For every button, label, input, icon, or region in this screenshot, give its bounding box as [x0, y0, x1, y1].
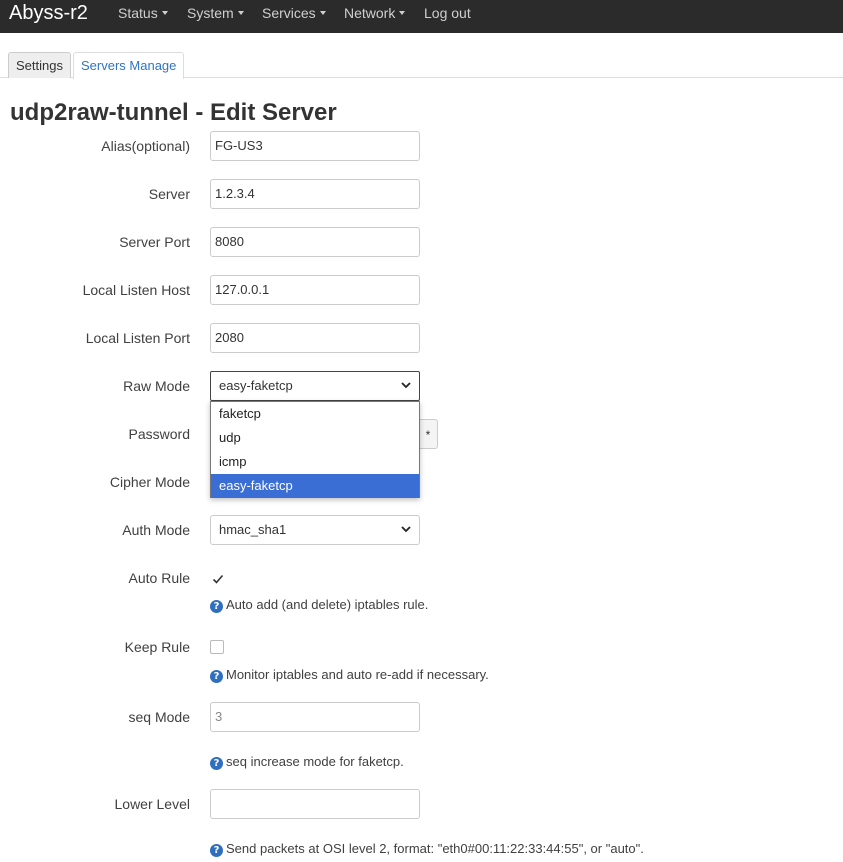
- raw-mode-value: easy-faketcp: [219, 378, 293, 393]
- top-navbar: Abyss-r2 Status System Services Network …: [0, 0, 843, 33]
- help-icon: ?: [210, 844, 223, 857]
- server-input[interactable]: 1.2.3.4: [210, 179, 420, 209]
- auth-mode-value: hmac_sha1: [219, 522, 287, 537]
- lower-level-hint: ? Send packets at OSI level 2, format: "e…: [210, 841, 644, 857]
- auto-rule-label: Auto Rule: [128, 570, 190, 586]
- menu-network-label: Network: [344, 5, 396, 21]
- seq-mode-label: seq Mode: [128, 709, 190, 725]
- checkmark-icon: [212, 574, 224, 584]
- lower-level-input[interactable]: [210, 789, 420, 819]
- menu-network[interactable]: Network: [344, 5, 406, 21]
- alias-input[interactable]: FG-US3: [210, 131, 420, 161]
- menu-services[interactable]: Services: [262, 5, 326, 21]
- chevron-down-icon: [401, 526, 411, 533]
- option-icmp[interactable]: icmp: [211, 450, 419, 474]
- password-reveal-button[interactable]: *: [419, 419, 438, 449]
- lower-level-hint-text: Send packets at OSI level 2, format: "et…: [226, 841, 644, 856]
- lower-level-label: Lower Level: [114, 796, 191, 812]
- local-listen-host-input[interactable]: 127.0.0.1: [210, 275, 420, 305]
- auto-rule-hint: ? Auto add (and delete) iptables rule.: [210, 597, 428, 613]
- raw-mode-dropdown: faketcp udp icmp easy-faketcp: [210, 401, 420, 498]
- menu-status-label: Status: [118, 5, 158, 21]
- caret-down-icon: [161, 11, 168, 15]
- keep-rule-checkbox[interactable]: [210, 640, 224, 654]
- caret-down-icon: [399, 11, 406, 15]
- help-icon: ?: [210, 600, 223, 613]
- tab-settings[interactable]: Settings: [8, 52, 71, 78]
- caret-down-icon: [237, 11, 244, 15]
- caret-down-icon: [319, 11, 326, 15]
- keep-rule-hint: ? Monitor iptables and auto re-add if nec…: [210, 667, 489, 683]
- keep-rule-label: Keep Rule: [124, 639, 190, 655]
- help-icon: ?: [210, 670, 223, 683]
- alias-label: Alias(optional): [101, 138, 190, 154]
- password-label: Password: [128, 426, 190, 442]
- auto-rule-hint-text: Auto add (and delete) iptables rule.: [226, 597, 429, 612]
- keep-rule-hint-text: Monitor iptables and auto re-add if nece…: [226, 667, 489, 682]
- server-port-input[interactable]: 8080: [210, 227, 420, 257]
- auth-mode-label: Auth Mode: [122, 522, 190, 538]
- menu-system[interactable]: System: [187, 5, 244, 21]
- menu-status[interactable]: Status: [118, 5, 168, 21]
- menu-system-label: System: [187, 5, 234, 21]
- seq-mode-hint: ? seq increase mode for faketcp.: [210, 754, 404, 770]
- local-listen-port-label: Local Listen Port: [85, 330, 190, 346]
- auto-rule-checkbox[interactable]: [210, 571, 224, 585]
- local-listen-port-input[interactable]: 2080: [210, 323, 420, 353]
- tab-bar: Settings Servers Manage: [0, 52, 843, 79]
- chevron-down-icon: [401, 382, 411, 389]
- option-easy-faketcp[interactable]: easy-faketcp: [211, 474, 419, 498]
- menu-logout[interactable]: Log out: [424, 5, 471, 21]
- menu-services-label: Services: [262, 5, 316, 21]
- auth-mode-select[interactable]: hmac_sha1: [210, 515, 420, 545]
- help-icon: ?: [210, 757, 223, 770]
- tab-servers-manage[interactable]: Servers Manage: [73, 52, 185, 79]
- brand-title[interactable]: Abyss-r2: [9, 1, 88, 25]
- raw-mode-select[interactable]: easy-faketcp: [210, 371, 420, 401]
- server-port-label: Server Port: [119, 234, 190, 250]
- option-udp[interactable]: udp: [211, 426, 419, 450]
- raw-mode-label: Raw Mode: [123, 378, 190, 394]
- cipher-mode-label: Cipher Mode: [109, 474, 190, 490]
- page-title: udp2raw-tunnel - Edit Server: [10, 99, 337, 126]
- option-faketcp[interactable]: faketcp: [211, 402, 419, 426]
- local-listen-host-label: Local Listen Host: [82, 282, 190, 298]
- seq-mode-input[interactable]: 3: [210, 702, 420, 732]
- seq-mode-hint-text: seq increase mode for faketcp.: [226, 754, 404, 769]
- server-label: Server: [148, 186, 190, 202]
